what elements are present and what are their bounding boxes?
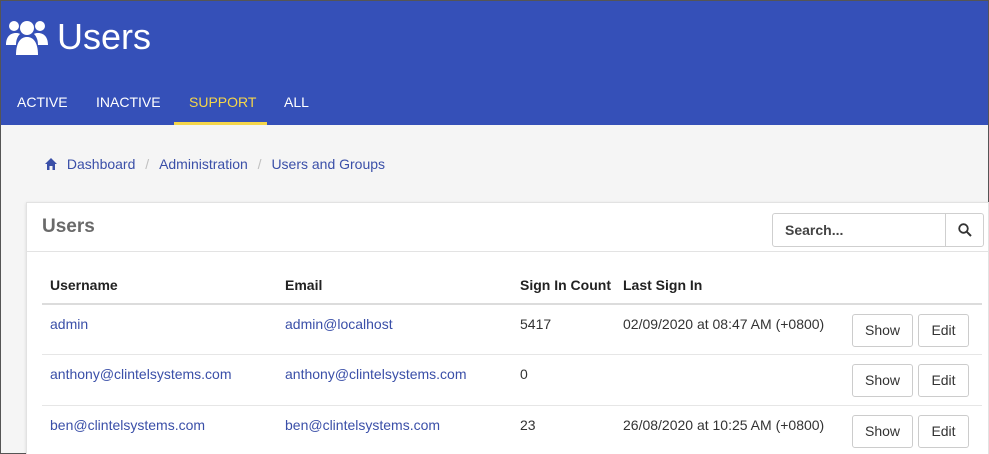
app-header: Users ACTIVE INACTIVE SUPPORT ALL: [1, 1, 988, 125]
users-panel: Users Username Email Sign In Count Last …: [26, 202, 989, 454]
show-button[interactable]: Show: [852, 415, 913, 448]
breadcrumb-separator: /: [145, 156, 150, 172]
table-row: ben@clintelsystems.com ben@clintelsystem…: [42, 405, 982, 454]
tab-support[interactable]: SUPPORT: [174, 81, 267, 125]
column-header-username: Username: [50, 277, 118, 293]
show-button[interactable]: Show: [852, 364, 913, 397]
breadcrumb: Dashboard / Administration / Users and G…: [44, 154, 385, 174]
email-link[interactable]: admin@localhost: [285, 315, 393, 333]
page-title: Users: [57, 16, 152, 57]
username-link[interactable]: admin: [50, 315, 88, 333]
sign-in-count: 0: [520, 366, 528, 382]
breadcrumb-users-and-groups[interactable]: Users and Groups: [271, 154, 385, 174]
search-button[interactable]: [945, 214, 983, 246]
home-icon: [45, 158, 57, 170]
email-link[interactable]: anthony@clintelsystems.com: [285, 365, 467, 383]
panel-divider: [27, 251, 988, 252]
panel-title: Users: [42, 216, 95, 237]
tab-all[interactable]: ALL: [284, 81, 309, 125]
username-link[interactable]: ben@clintelsystems.com: [50, 416, 205, 434]
column-header-email: Email: [285, 277, 323, 293]
tab-active[interactable]: ACTIVE: [17, 81, 68, 125]
users-icon: [6, 21, 48, 55]
table-row: anthony@clintelsystems.com anthony@clint…: [42, 354, 982, 405]
last-sign-in: 26/08/2020 at 10:25 AM (+0800): [623, 417, 825, 433]
email-link[interactable]: ben@clintelsystems.com: [285, 416, 440, 434]
breadcrumb-separator: /: [257, 156, 262, 172]
tab-inactive[interactable]: INACTIVE: [96, 81, 161, 125]
username-link[interactable]: anthony@clintelsystems.com: [50, 365, 232, 383]
breadcrumb-administration[interactable]: Administration: [159, 154, 248, 174]
sign-in-count: 23: [520, 417, 536, 433]
search-box: [772, 213, 984, 247]
edit-button[interactable]: Edit: [918, 364, 969, 397]
column-header-last-sign-in: Last Sign In: [623, 277, 703, 293]
last-sign-in: 02/09/2020 at 08:47 AM (+0800): [623, 316, 825, 332]
edit-button[interactable]: Edit: [918, 415, 969, 448]
search-icon: [958, 223, 972, 237]
search-input[interactable]: [773, 214, 945, 246]
show-button[interactable]: Show: [852, 314, 913, 347]
edit-button[interactable]: Edit: [918, 314, 969, 347]
breadcrumb-dashboard[interactable]: Dashboard: [67, 154, 136, 174]
table-row: admin admin@localhost 5417 02/09/2020 at…: [42, 303, 982, 354]
column-header-sign-in-count: Sign In Count: [520, 277, 611, 293]
sign-in-count: 5417: [520, 316, 552, 332]
